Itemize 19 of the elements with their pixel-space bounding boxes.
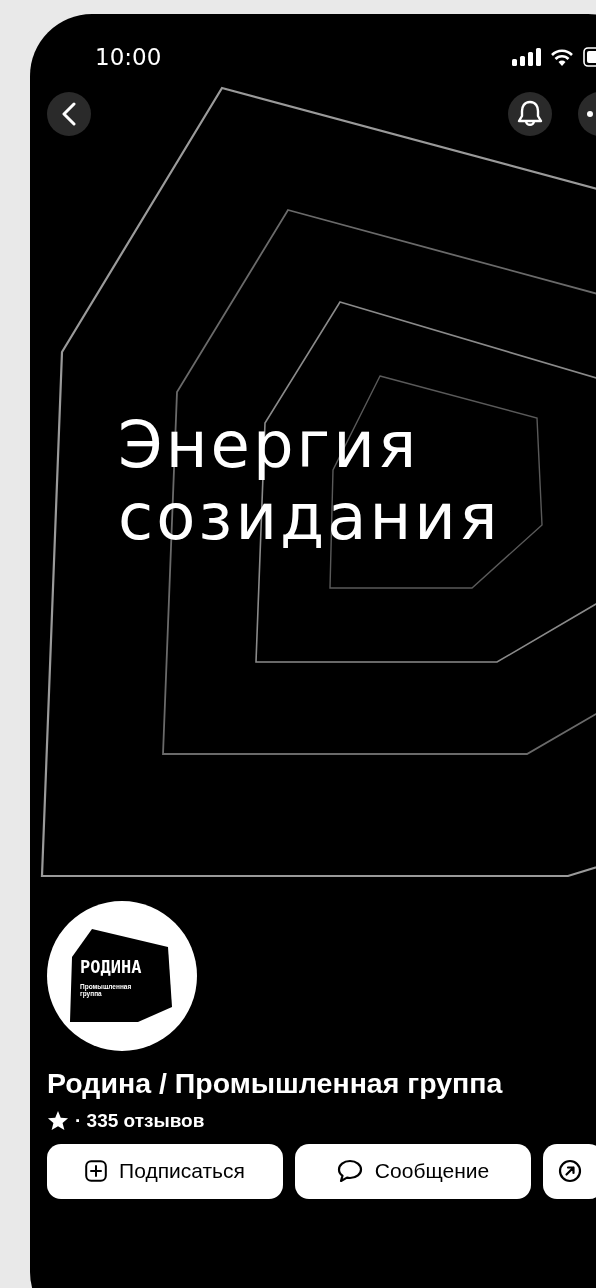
arrow-circle-icon xyxy=(558,1159,582,1184)
back-button[interactable] xyxy=(47,92,91,136)
subscribe-button[interactable]: Подписаться xyxy=(47,1143,283,1199)
status-time: 10:00 xyxy=(95,44,162,70)
signal-icon xyxy=(512,48,541,66)
cover-title: Энергия созидания xyxy=(118,409,502,554)
message-button[interactable]: Сообщение xyxy=(295,1143,531,1199)
wifi-icon xyxy=(550,48,574,66)
star-icon xyxy=(47,1110,69,1132)
logo-wordmark: РОДИНА xyxy=(80,956,142,977)
notifications-button[interactable] xyxy=(508,92,552,136)
chat-bubble-icon xyxy=(336,1159,363,1184)
company-name: Родина / Промышленная группа xyxy=(47,1066,504,1100)
logo-shape-icon xyxy=(70,926,174,1025)
reviews-count: · 335 отзывов xyxy=(75,1109,205,1132)
plus-square-icon xyxy=(85,1160,108,1183)
back-icon xyxy=(62,102,76,126)
bell-icon xyxy=(517,100,543,128)
share-button[interactable] xyxy=(543,1143,596,1199)
